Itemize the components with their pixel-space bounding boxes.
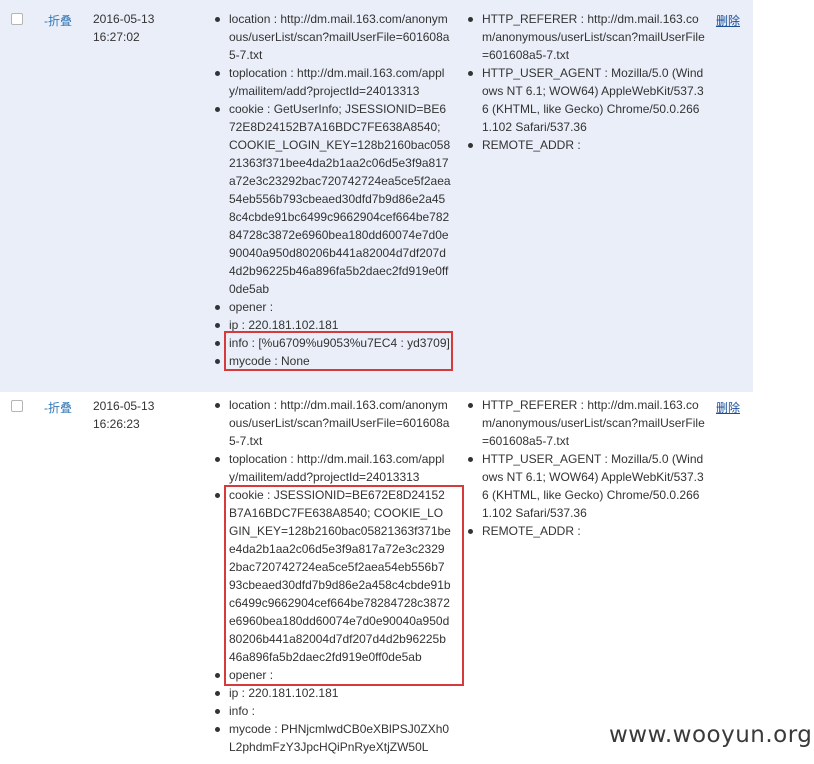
http-referer-item: HTTP_REFERER : http://dm.mail.163.com/an… [466,396,706,450]
fold-toggle[interactable]: -折叠 [44,399,72,416]
record-date: 2016-05-13 [93,399,155,413]
delete-link[interactable]: 删除 [716,399,740,416]
ip-item: ip : 220.181.102.181 [213,684,451,702]
location-item: location : http://dm.mail.163.com/anonym… [213,10,451,64]
fold-toggle[interactable]: -折叠 [44,12,72,29]
info-item: info : [213,702,451,720]
watermark: www.wooyun.org [609,722,813,748]
user-agent-item: HTTP_USER_AGENT : Mozilla/5.0 (Windows N… [466,64,706,136]
cookie-item: cookie : GetUserInfo; JSESSIONID=BE672E8… [213,100,451,298]
remote-addr-item: REMOTE_ADDR : [466,136,706,154]
record-date: 2016-05-13 [93,12,155,26]
headers-list: HTTP_REFERER : http://dm.mail.163.com/an… [466,396,706,540]
record-datetime: 2016-05-13 16:26:23 [93,397,173,433]
http-referer-item: HTTP_REFERER : http://dm.mail.163.com/an… [466,10,706,64]
record-checkbox[interactable] [11,400,23,412]
request-details-list: location : http://dm.mail.163.com/anonym… [213,10,451,370]
cookie-highlight-box [224,485,464,686]
delete-link[interactable]: 删除 [716,12,740,29]
record-time: 16:27:02 [93,30,140,44]
headers-list: HTTP_REFERER : http://dm.mail.163.com/an… [466,10,706,154]
mycode-item: mycode : PHNjcmlwdCB0eXBlPSJ0ZXh0L2phdmF… [213,720,451,756]
record-datetime: 2016-05-13 16:27:02 [93,10,173,46]
record-checkbox[interactable] [11,13,23,25]
toplocation-item: toplocation : http://dm.mail.163.com/app… [213,64,451,100]
toplocation-item: toplocation : http://dm.mail.163.com/app… [213,450,451,486]
info-highlight-box [224,331,453,371]
record-time: 16:26:23 [93,417,140,431]
location-item: location : http://dm.mail.163.com/anonym… [213,396,451,450]
opener-item: opener : [213,298,451,316]
user-agent-item: HTTP_USER_AGENT : Mozilla/5.0 (Windows N… [466,450,706,522]
remote-addr-item: REMOTE_ADDR : [466,522,706,540]
